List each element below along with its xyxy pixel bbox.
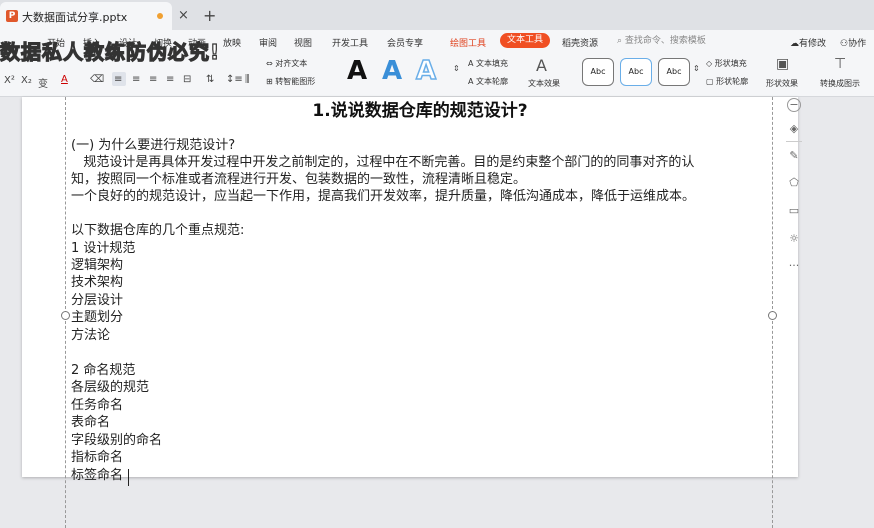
align-text-icon: ⇔ xyxy=(266,59,276,68)
text-outline-icon: A xyxy=(468,77,477,86)
eraser-icon[interactable]: ⌫ xyxy=(90,74,104,85)
command-search-input[interactable]: ⌕ 查找命令、搜索模板 xyxy=(617,33,706,46)
subscript-button[interactable]: X₂ xyxy=(21,75,32,86)
text-line[interactable]: 知，按照同一个标准或者流程进行开发、包装数据的一致性，流程清晰且稳定。 xyxy=(71,171,526,188)
watermark: 数据私人教练防伪必究! xyxy=(0,39,221,64)
text-effect-icon[interactable]: A xyxy=(536,56,547,75)
unsaved-dot-icon xyxy=(157,13,163,19)
bulb-icon[interactable]: ☼ xyxy=(787,232,801,246)
cloud-icon: ☁ xyxy=(790,39,799,49)
column-icon[interactable]: ⫼ xyxy=(245,74,250,85)
menu-text-tools[interactable]: 文本工具 xyxy=(500,33,550,48)
new-tab-icon[interactable]: + xyxy=(203,6,216,25)
align-right-icon[interactable]: ≡ xyxy=(149,74,157,85)
shape-effect-button[interactable]: 形状效果 xyxy=(766,78,798,89)
search-icon: ⌕ xyxy=(617,36,625,46)
text-line[interactable]: 以下数据仓库的几个重点规范: xyxy=(71,222,244,239)
collab-button[interactable]: ⚇协作 xyxy=(840,36,866,49)
menu-member[interactable]: 会员专享 xyxy=(387,36,423,49)
menu-view[interactable]: 视图 xyxy=(294,36,312,49)
text-line[interactable]: 1 设计规范 xyxy=(71,240,135,257)
smart-shape-button[interactable]: ⊞ 转智能图形 xyxy=(266,76,315,87)
text-line[interactable]: 一个良好的的规范设计，应当起一下作用，提高我们开发效率，提升质量，降低沟通成本，… xyxy=(71,188,695,205)
text-fill-icon: A xyxy=(468,59,477,68)
shape-style-2[interactable]: Abc xyxy=(620,58,652,86)
text-line[interactable]: 规范设计是再具体开发过程中开发之前制定的，过程中在不断完善。目的是约束整个部门的… xyxy=(71,154,694,171)
person-icon: ⚇ xyxy=(840,39,849,49)
unsaved-status[interactable]: ☁有修改 xyxy=(790,36,826,49)
shape-style-more-icon[interactable]: ⇕ xyxy=(693,64,700,73)
menu-resources[interactable]: 稻壳资源 xyxy=(562,36,598,49)
shape-fill-button[interactable]: ◇ 形状填充 xyxy=(706,58,747,69)
text-line[interactable]: 表命名 xyxy=(71,414,110,431)
collapse-panel-icon[interactable]: − xyxy=(787,98,801,112)
text-style-black[interactable]: A xyxy=(347,56,367,86)
ppt-file-icon: P xyxy=(6,10,18,22)
text-line[interactable]: 字段级别的命名 xyxy=(71,432,162,449)
shape-style-3[interactable]: Abc xyxy=(658,58,690,86)
shape-outline-button[interactable]: ▢ 形状轮廓 xyxy=(706,76,748,87)
convert-chart-icon[interactable]: ⊤ xyxy=(834,56,846,72)
layers-icon[interactable]: ◈ xyxy=(787,122,801,136)
text-outline-button[interactable]: A 文本轮廓 xyxy=(468,76,508,87)
text-cursor xyxy=(128,469,129,486)
text-line[interactable]: 技术架构 xyxy=(71,274,123,291)
eraser-panel-icon[interactable]: ⬠ xyxy=(787,176,801,190)
frame-icon[interactable]: ▭ xyxy=(787,204,801,218)
menu-review[interactable]: 审阅 xyxy=(259,36,277,49)
text-style-outline[interactable]: A xyxy=(415,55,437,87)
shape-fill-icon: ◇ xyxy=(706,59,715,68)
close-tab-icon[interactable]: × xyxy=(178,8,189,23)
shape-effect-icon[interactable]: ▣ xyxy=(776,56,789,72)
menu-drawing-tools[interactable]: 绘图工具 xyxy=(450,36,486,49)
slide-title[interactable]: 1.说说数据仓库的规范设计? xyxy=(240,96,600,121)
text-line[interactable]: 2 命名规范 xyxy=(71,362,135,379)
justify-icon[interactable]: ≡ xyxy=(166,74,174,85)
align-center-icon[interactable]: ≡ xyxy=(132,74,140,85)
convert-chart-button[interactable]: 转换成图示 xyxy=(820,78,860,89)
line-spacing-icon[interactable]: ↕≡ xyxy=(226,74,243,85)
shape-style-1[interactable]: Abc xyxy=(582,58,614,86)
text-direction-icon[interactable]: ⇅ xyxy=(206,74,214,85)
smart-shape-icon: ⊞ xyxy=(266,77,276,86)
text-line[interactable]: 标签命名 xyxy=(71,467,123,484)
more-icon[interactable]: ··· xyxy=(787,259,801,273)
text-line[interactable]: 任务命名 xyxy=(71,397,123,414)
text-line[interactable]: 方法论 xyxy=(71,327,110,344)
text-line[interactable]: (一) 为什么要进行规范设计? xyxy=(71,137,235,154)
text-style-more-icon[interactable]: ⇕ xyxy=(453,64,460,73)
pinyin-button[interactable]: 变 xyxy=(38,75,48,90)
text-line[interactable]: 分层设计 xyxy=(71,292,123,309)
shape-outline-icon: ▢ xyxy=(706,77,717,86)
resize-handle-right[interactable] xyxy=(768,311,777,320)
align-left-icon: ≡ xyxy=(114,74,123,85)
text-fill-button[interactable]: A 文本填充 xyxy=(468,58,508,69)
text-line[interactable]: 各层级的规范 xyxy=(71,379,149,396)
text-line[interactable]: 主题划分 xyxy=(71,309,123,326)
align-text-button[interactable]: ⇔ 对齐文本 xyxy=(266,58,307,69)
distribute-icon[interactable]: ⊟ xyxy=(183,74,191,85)
superscript-button[interactable]: X² xyxy=(4,75,15,86)
menu-slideshow[interactable]: 放映 xyxy=(223,36,241,49)
text-line[interactable]: 逻辑架构 xyxy=(71,257,123,274)
pen-icon[interactable]: ✎ xyxy=(787,149,801,163)
tab-title: 大数据面试分享.pptx xyxy=(22,11,128,24)
search-placeholder: 查找命令、搜索模板 xyxy=(624,36,706,46)
font-color-button[interactable]: A xyxy=(61,74,68,85)
menu-developer[interactable]: 开发工具 xyxy=(332,36,368,49)
text-line[interactable]: 指标命名 xyxy=(71,449,123,466)
text-style-blue[interactable]: A xyxy=(382,56,402,86)
resize-handle-left[interactable] xyxy=(61,311,70,320)
text-effect-button[interactable]: 文本效果 xyxy=(528,78,560,89)
panel-divider xyxy=(786,141,802,142)
